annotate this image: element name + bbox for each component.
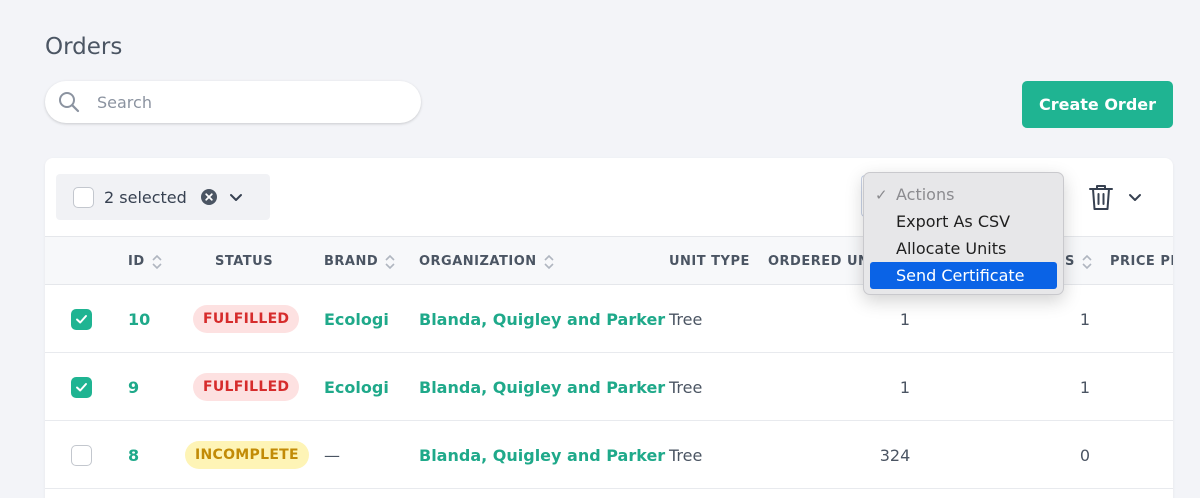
sort-icon	[385, 254, 395, 269]
column-header-allocated-units[interactable]: S	[1065, 237, 1093, 286]
chevron-down-icon[interactable]	[227, 188, 245, 206]
organization-link[interactable]: Blanda, Quigley and Parker	[419, 421, 665, 489]
check-icon	[76, 314, 87, 323]
select-all-checkbox[interactable]	[73, 186, 94, 208]
table-row[interactable]: 8 INCOMPLETE — Blanda, Quigley and Parke…	[45, 421, 1173, 489]
clear-icon[interactable]	[200, 189, 217, 205]
column-header-unit-type: UNIT TYPE	[669, 254, 750, 269]
unit-type: Tree	[669, 309, 703, 329]
selection-control[interactable]: 2 selected	[56, 174, 270, 220]
brand-link[interactable]: Ecologi	[324, 353, 389, 421]
trash-icon[interactable]	[1087, 182, 1115, 212]
create-order-button[interactable]: Create Order	[1022, 81, 1173, 128]
actions-dropdown-menu: ✓ Actions Export As CSV Allocate Units S…	[863, 172, 1064, 295]
column-header-status: STATUS	[215, 254, 274, 269]
unit-type: Tree	[669, 377, 703, 397]
ordered-units: 324	[879, 445, 911, 465]
table-row[interactable]: 10 FULFILLED Ecologi Blanda, Quigley and…	[45, 285, 1173, 353]
column-header-price: PRICE PE	[1110, 254, 1173, 269]
search-icon	[59, 92, 80, 113]
column-header-ordered-units: ORDERED UN	[768, 254, 870, 269]
ordered-units: 1	[899, 377, 911, 397]
row-checkbox[interactable]	[71, 308, 92, 330]
check-icon: ✓	[875, 185, 888, 204]
order-id-link[interactable]: 8	[128, 421, 139, 489]
organization-link[interactable]: Blanda, Quigley and Parker	[419, 285, 665, 353]
order-id-link[interactable]: 10	[128, 285, 150, 353]
brand-empty: —	[324, 445, 340, 465]
row-checkbox[interactable]	[71, 376, 92, 398]
chevron-down-icon[interactable]	[1126, 188, 1144, 206]
brand-link[interactable]: Ecologi	[324, 285, 389, 353]
search-input[interactable]	[97, 92, 397, 112]
allocated-units: 1	[1079, 377, 1091, 397]
sort-icon	[152, 254, 162, 269]
check-icon	[76, 382, 87, 391]
row-checkbox[interactable]	[71, 444, 92, 466]
status-badge: FULFILLED	[193, 373, 300, 401]
ordered-units: 1	[899, 309, 911, 329]
order-id-link[interactable]: 9	[128, 353, 139, 421]
menu-item-allocate-units[interactable]: Allocate Units	[870, 235, 1057, 262]
page-title: Orders	[45, 34, 123, 60]
allocated-units: 1	[1079, 309, 1091, 329]
menu-item-export-csv[interactable]: Export As CSV	[870, 208, 1057, 235]
actions-menu-header: ✓ Actions	[870, 181, 1057, 208]
unit-type: Tree	[669, 445, 703, 465]
selection-count: 2 selected	[104, 187, 187, 207]
sort-icon	[544, 254, 554, 269]
status-badge: INCOMPLETE	[185, 441, 309, 469]
search-box[interactable]	[45, 81, 421, 123]
column-header-brand[interactable]: BRAND	[324, 237, 396, 286]
organization-link[interactable]: Blanda, Quigley and Parker	[419, 353, 665, 421]
column-header-id[interactable]: ID	[128, 237, 163, 286]
column-header-organization[interactable]: ORGANIZATION	[419, 237, 555, 286]
table-row[interactable]: 9 FULFILLED Ecologi Blanda, Quigley and …	[45, 353, 1173, 421]
sort-icon	[1082, 254, 1092, 269]
menu-item-send-certificate[interactable]: Send Certificate	[870, 262, 1057, 289]
allocated-units: 0	[1079, 445, 1091, 465]
status-badge: FULFILLED	[193, 305, 300, 333]
